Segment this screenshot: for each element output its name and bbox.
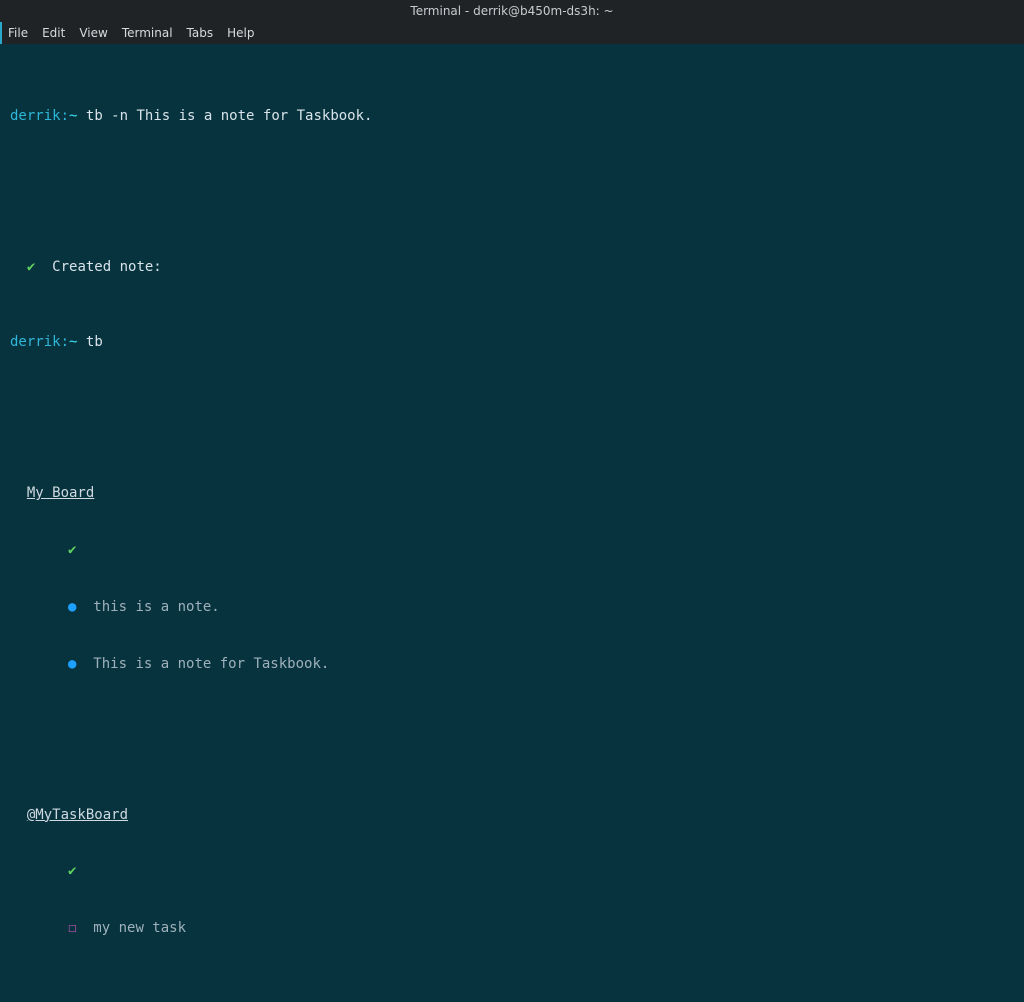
created-note-label: Created note: (52, 259, 162, 275)
board-1-check-row: ✔ (10, 541, 1014, 560)
board-1-title: My Board (27, 485, 94, 501)
board-1-note-1: ● this is a note. (10, 598, 1014, 617)
menu-view[interactable]: View (79, 26, 107, 40)
board-2-check-row: ✔ (10, 862, 1014, 881)
board-2-task-row: ☐ my new task (10, 919, 1014, 938)
menu-terminal[interactable]: Terminal (122, 26, 173, 40)
titlebar: Terminal - derrik@b450m-ds3h: ~ (0, 0, 1024, 22)
prompt-line-1: derrik:~ tb -n This is a note for Taskbo… (10, 107, 1014, 126)
created-note-line: ✔ Created note: (10, 258, 1014, 277)
board-2-title: @MyTaskBoard (27, 807, 128, 823)
board-2-title-row: @MyTaskBoard (10, 806, 1014, 825)
menubar: File Edit View Terminal Tabs Help (0, 22, 1024, 44)
menu-help[interactable]: Help (227, 26, 254, 40)
blank-2 (10, 409, 1014, 428)
window-title: Terminal - derrik@b450m-ds3h: ~ (410, 4, 613, 18)
blank-1 (10, 182, 1014, 201)
menu-edit[interactable]: Edit (42, 26, 65, 40)
check-icon: ✔ (68, 542, 76, 558)
prompt-user: derrik: (10, 334, 69, 350)
blank-4 (10, 995, 1014, 1002)
task-text: my new task (93, 920, 186, 936)
prompt-user: derrik: (10, 108, 69, 124)
check-icon: ✔ (27, 259, 35, 275)
board-1-note-2: ● This is a note for Taskbook. (10, 655, 1014, 674)
terminal-area[interactable]: derrik:~ tb -n This is a note for Taskbo… (0, 44, 1024, 1002)
menu-tabs[interactable]: Tabs (187, 26, 214, 40)
note-text: This is a note for Taskbook. (93, 656, 329, 672)
command-1: tb -n This is a note for Taskbook. (86, 108, 373, 124)
bullet-icon: ● (68, 599, 76, 615)
menu-file[interactable]: File (8, 26, 28, 40)
blank-3 (10, 730, 1014, 749)
note-text: this is a note. (93, 599, 219, 615)
prompt-line-2: derrik:~ tb (10, 333, 1014, 352)
command-2: tb (86, 334, 103, 350)
bullet-icon: ● (68, 656, 76, 672)
checkbox-icon: ☐ (68, 920, 76, 936)
check-icon: ✔ (68, 863, 76, 879)
